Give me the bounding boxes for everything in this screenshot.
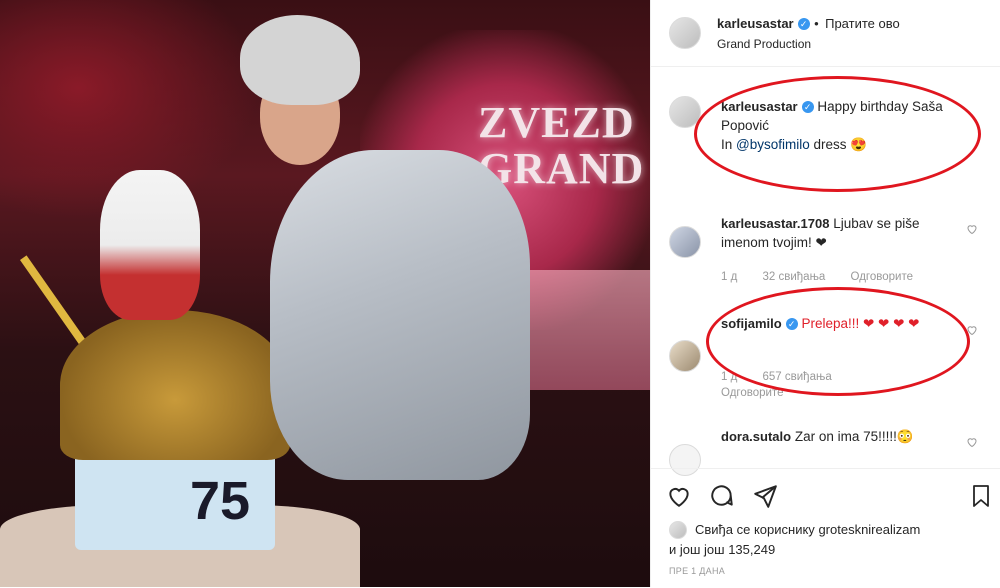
comment-icon[interactable] — [709, 483, 735, 509]
like-comment-heart-icon[interactable] — [966, 324, 978, 336]
heart-icon[interactable] — [666, 483, 692, 509]
likes-prefix: Свиђа се кориснику — [695, 522, 815, 537]
duck-figure — [100, 170, 200, 320]
cake-number: 75 — [190, 471, 251, 531]
avatar[interactable] — [669, 17, 701, 49]
caption-line2-prefix: In — [721, 137, 737, 152]
header-username[interactable]: karleusastar — [717, 16, 794, 31]
woman-hair — [240, 15, 360, 105]
comment-meta: 1 д 32 свиђања Одговорите — [721, 271, 935, 283]
action-bar: Свиђа се кориснику grotesknirealizam и ј… — [651, 468, 1000, 588]
avatar[interactable] — [669, 226, 701, 258]
reply-button[interactable]: Одговорите — [851, 271, 913, 283]
verified-icon: ✓ — [801, 101, 814, 114]
comment-username[interactable]: karleusastar.1708 — [721, 216, 829, 231]
reply-button[interactable]: Одговорите — [721, 387, 783, 399]
likes-summary: Свиђа се кориснику grotesknirealizam — [695, 520, 920, 539]
coin-pile — [60, 310, 290, 460]
mention-link[interactable]: @bysofimilo — [736, 137, 810, 152]
avatar[interactable] — [669, 521, 687, 539]
comment-meta: 1 д 657 свиђања — [721, 371, 854, 383]
post-photo[interactable]: ZVEZD GRAND 75 — [0, 0, 650, 587]
comment: dora.sutalo Zar on ima 75!!!!!😳 — [721, 427, 961, 446]
like-comment-heart-icon[interactable] — [966, 436, 978, 448]
comment-username[interactable]: sofijamilo — [721, 316, 782, 331]
comment-likes[interactable]: 32 свиђања — [763, 271, 826, 283]
comment-text: Zar on ima 75!!!!!😳 — [794, 429, 914, 444]
verified-icon: ✓ — [797, 17, 810, 30]
avatar[interactable] — [669, 340, 701, 372]
comment-text: Prelepa!!! ❤ ❤ ❤ ❤ — [801, 316, 920, 331]
comment-age: 1 д — [721, 271, 738, 283]
post-timestamp: ПРЕ 1 ДАНА — [669, 566, 726, 576]
likes-user[interactable]: grotesknirealizam — [818, 522, 920, 537]
comment: sofijamilo ✓ Prelepa!!! ❤ ❤ ❤ ❤ — [721, 314, 961, 333]
post-sidebar: karleusastar ✓ • Пратите ово Grand Produc… — [650, 0, 1000, 587]
woman-dress — [270, 150, 530, 480]
comment-age: 1 д — [721, 371, 738, 383]
verified-icon: ✓ — [785, 318, 798, 331]
comment-username[interactable]: dora.sutalo — [721, 429, 791, 444]
caption-username[interactable]: karleusastar — [721, 99, 798, 114]
caption: karleusastar ✓ Happy birthday Saša Popovi… — [721, 97, 961, 154]
comment-likes[interactable]: 657 свиђања — [763, 371, 832, 383]
follow-button[interactable]: Пратите ово — [825, 16, 900, 31]
avatar[interactable] — [669, 96, 701, 128]
like-comment-heart-icon[interactable] — [966, 223, 978, 235]
caption-line2-suffix: dress 😍 — [809, 137, 868, 152]
post-header: karleusastar ✓ • Пратите ово Grand Produc… — [651, 0, 1000, 67]
comment: karleusastar.1708 Ljubav se piše imenom … — [721, 214, 961, 252]
location-link[interactable]: Grand Production — [717, 37, 811, 51]
show-sign: ZVEZD GRAND — [478, 98, 645, 193]
likes-count[interactable]: и још још 135,249 — [669, 540, 775, 559]
share-icon[interactable] — [752, 483, 778, 509]
bookmark-icon[interactable] — [969, 483, 993, 509]
dot-separator: • — [814, 16, 819, 31]
